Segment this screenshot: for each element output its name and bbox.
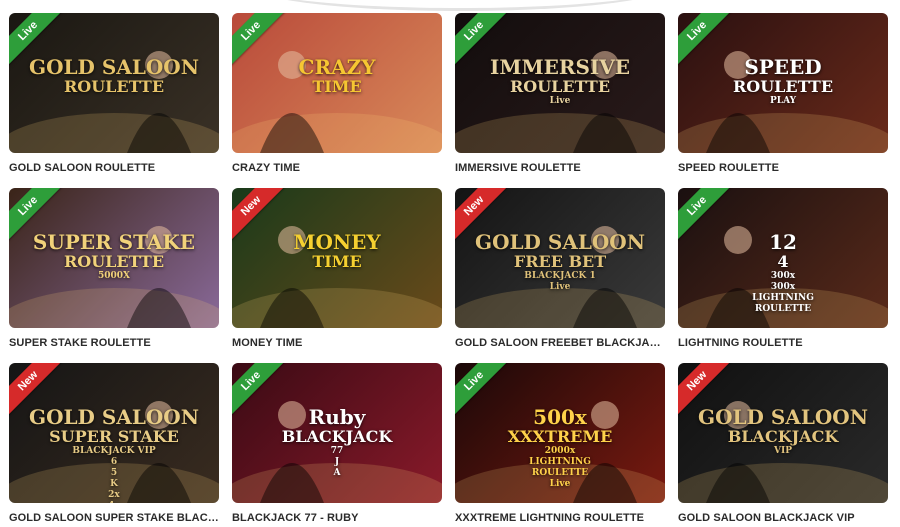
game-logo: IMMERSIVE ROULETTE Live <box>463 55 657 106</box>
game-title[interactable]: IMMERSIVE ROULETTE <box>455 162 665 174</box>
game-title[interactable]: BLACKJACK 77 - RUBY <box>232 512 442 524</box>
logo-line: 2x <box>108 490 120 500</box>
game-logo: CRAZY TIME <box>240 55 434 95</box>
game-title[interactable]: SUPER STAKE ROULETTE <box>9 337 219 349</box>
logo-line: ROULETTE <box>732 77 834 96</box>
game-tile[interactable]: GOLD SALOON FREE BET BLACKJACK 1 Live New GOL… <box>455 188 665 349</box>
logo-line: 300x <box>770 271 796 281</box>
game-logo: Ruby BLACKJACK 77 J A <box>240 405 434 478</box>
logo-line: ROULETTE <box>531 468 589 478</box>
logo-line: VIP <box>774 446 792 456</box>
logo-line: SUPER STAKE <box>32 230 196 254</box>
logo-line: 4x <box>17 502 211 504</box>
logo-line: IMMERSIVE <box>489 55 631 79</box>
game-thumbnail[interactable]: SUPER STAKE ROULETTE 5000X Live <box>9 188 219 328</box>
game-tile[interactable]: SUPER STAKE ROULETTE 5000X Live SUPER STAKE … <box>9 188 219 349</box>
game-title[interactable]: CRAZY TIME <box>232 162 442 174</box>
logo-line: K <box>110 479 118 489</box>
logo-line: Live <box>549 96 571 106</box>
game-tile[interactable]: 500x XXXTREME 2000x LIGHTNING ROULETTE Live Li… <box>455 363 665 524</box>
logo-line: 5 <box>110 468 118 478</box>
game-title[interactable]: LIGHTNING ROULETTE <box>678 337 888 349</box>
game-logo: MONEY TIME <box>240 230 434 270</box>
logo-line: GOLD SALOON <box>28 55 200 79</box>
logo-line: ROULETTE <box>63 252 165 271</box>
game-title[interactable]: SPEED ROULETTE <box>678 162 888 174</box>
game-tile[interactable]: CRAZY TIME Live CRAZY TIME <box>232 13 442 174</box>
logo-line: GOLD SALOON <box>474 230 646 254</box>
game-tile[interactable]: GOLD SALOON ROULETTE Live GOLD SALOON ROULE… <box>9 13 219 174</box>
game-thumbnail[interactable]: MONEY TIME New <box>232 188 442 328</box>
logo-line: ROULETTE <box>63 77 165 96</box>
logo-line: PLAY <box>769 96 797 106</box>
game-thumbnail[interactable]: 500x XXXTREME 2000x LIGHTNING ROULETTE Live Li… <box>455 363 665 503</box>
logo-line: 5000X <box>97 271 131 281</box>
game-title[interactable]: MONEY TIME <box>232 337 442 349</box>
game-tile[interactable]: IMMERSIVE ROULETTE Live Live IMMERSIVE ROULE… <box>455 13 665 174</box>
game-logo: SUPER STAKE ROULETTE 5000X <box>17 230 211 281</box>
logo-line: FREE BET <box>513 252 607 271</box>
logo-line: ROULETTE <box>509 77 611 96</box>
game-logo: GOLD SALOON FREE BET BLACKJACK 1 Live <box>463 230 657 292</box>
game-tile[interactable]: Ruby BLACKJACK 77 J A Live BLACKJACK 77 - RUBY <box>232 363 442 524</box>
logo-line: A <box>333 468 341 478</box>
game-logo: GOLD SALOON SUPER STAKE BLACKJACK VIP 6 5 K 2x… <box>17 405 211 503</box>
logo-line: BLACKJACK <box>727 427 839 446</box>
logo-line: BLACKJACK <box>281 427 393 446</box>
game-thumbnail[interactable]: 12 4 300x 300x LIGHTNING ROULETTE Live <box>678 188 888 328</box>
game-logo: SPEED ROULETTE PLAY <box>686 55 880 106</box>
game-title[interactable]: GOLD SALOON ROULETTE <box>9 162 219 174</box>
game-thumbnail[interactable]: CRAZY TIME Live <box>232 13 442 153</box>
logo-line: BLACKJACK 1 <box>524 271 596 281</box>
logo-line: XXXTREME <box>507 427 613 446</box>
game-thumbnail[interactable]: GOLD SALOON BLACKJACK VIP New <box>678 363 888 503</box>
game-thumbnail[interactable]: GOLD SALOON FREE BET BLACKJACK 1 Live New <box>455 188 665 328</box>
logo-line: 300x <box>770 282 796 292</box>
logo-line: 2000x <box>544 446 576 456</box>
logo-line: GOLD SALOON <box>697 405 869 429</box>
logo-line: 500x <box>533 405 587 429</box>
logo-line: ROULETTE <box>754 304 812 314</box>
logo-line: Live <box>549 479 571 489</box>
logo-line: BLACKJACK VIP <box>72 446 156 456</box>
logo-line: GOLD SALOON <box>28 405 200 429</box>
game-title[interactable]: GOLD SALOON FREEBET BLACKJACK LIVE <box>455 337 665 349</box>
game-tile[interactable]: GOLD SALOON BLACKJACK VIP New GOLD SALOON BL… <box>678 363 888 524</box>
logo-line: 77 <box>330 446 344 456</box>
logo-line: LIGHTNING <box>752 293 814 303</box>
game-tile[interactable]: 12 4 300x 300x LIGHTNING ROULETTE Live LIGHTNIN… <box>678 188 888 349</box>
logo-line: Ruby <box>308 405 366 429</box>
game-tile[interactable]: MONEY TIME New MONEY TIME <box>232 188 442 349</box>
game-thumbnail[interactable]: IMMERSIVE ROULETTE Live Live <box>455 13 665 153</box>
game-title[interactable]: XXXTREME LIGHTNING ROULETTE <box>455 512 665 524</box>
game-thumbnail[interactable]: GOLD SALOON ROULETTE Live <box>9 13 219 153</box>
logo-line: LIGHTNING <box>529 457 591 467</box>
game-thumbnail[interactable]: GOLD SALOON SUPER STAKE BLACKJACK VIP 6 5 K 2x… <box>9 363 219 503</box>
logo-line: 4 <box>777 252 789 271</box>
logo-line: Live <box>549 282 571 292</box>
game-thumbnail[interactable]: SPEED ROULETTE PLAY Live <box>678 13 888 153</box>
game-logo: 12 4 300x 300x LIGHTNING ROULETTE <box>686 230 880 314</box>
game-title[interactable]: GOLD SALOON BLACKJACK VIP <box>678 512 888 524</box>
logo-line: CRAZY <box>298 55 376 79</box>
game-logo: GOLD SALOON ROULETTE <box>17 55 211 95</box>
game-tile[interactable]: SPEED ROULETTE PLAY Live SPEED ROULETTE <box>678 13 888 174</box>
game-thumbnail[interactable]: Ruby BLACKJACK 77 J A Live <box>232 363 442 503</box>
logo-line: 6 <box>110 457 118 467</box>
top-decoration-arc <box>250 0 670 11</box>
game-grid: GOLD SALOON ROULETTE Live GOLD SALOON ROULE… <box>9 13 888 524</box>
game-tile[interactable]: GOLD SALOON SUPER STAKE BLACKJACK VIP 6 5 K 2x… <box>9 363 219 524</box>
game-logo: 500x XXXTREME 2000x LIGHTNING ROULETTE Live <box>463 405 657 489</box>
logo-line: MONEY <box>293 230 381 254</box>
game-logo: GOLD SALOON BLACKJACK VIP <box>686 405 880 456</box>
logo-line: SUPER STAKE <box>49 427 179 446</box>
logo-line: J <box>334 457 340 467</box>
logo-line: TIME <box>312 252 362 271</box>
game-title[interactable]: GOLD SALOON SUPER STAKE BLACKJACK VIP <box>9 512 219 524</box>
logo-line: SPEED <box>744 55 822 79</box>
logo-line: TIME <box>312 77 362 96</box>
logo-line: 12 <box>769 230 797 254</box>
